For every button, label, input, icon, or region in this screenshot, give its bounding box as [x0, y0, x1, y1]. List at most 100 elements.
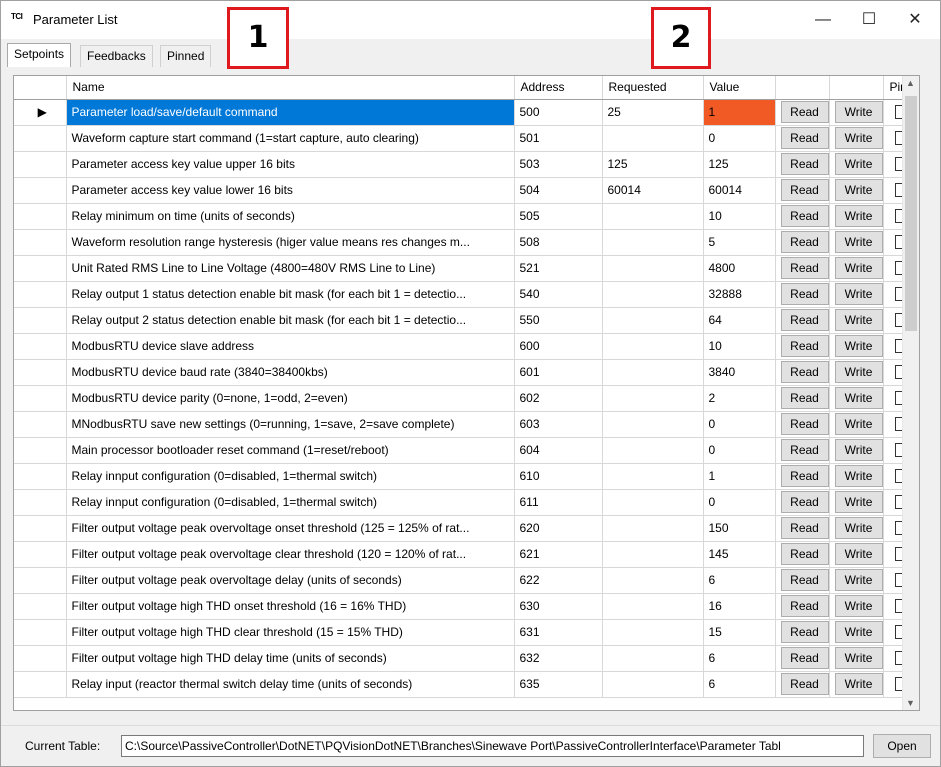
- read-button[interactable]: Read: [780, 283, 828, 305]
- requested-cell[interactable]: [602, 125, 704, 152]
- requested-cell[interactable]: [602, 593, 704, 620]
- write-button[interactable]: Write: [834, 673, 882, 695]
- row-header-cell[interactable]: [14, 177, 67, 204]
- table-row[interactable]: Waveform capture start command (1=start …: [14, 125, 919, 152]
- name-cell[interactable]: Filter output voltage high THD onset thr…: [66, 593, 515, 620]
- tab-feedbacks[interactable]: Feedbacks: [80, 45, 153, 67]
- table-row[interactable]: Filter output voltage peak overvoltage o…: [14, 515, 919, 542]
- address-cell[interactable]: 504: [514, 177, 603, 204]
- requested-cell[interactable]: 125: [602, 151, 704, 178]
- write-button[interactable]: Write: [834, 647, 882, 669]
- name-cell[interactable]: Relay input (reactor thermal switch dela…: [66, 671, 515, 698]
- row-header-cell[interactable]: [14, 437, 67, 464]
- row-header-cell[interactable]: [14, 281, 67, 308]
- write-button[interactable]: Write: [834, 101, 882, 123]
- name-cell[interactable]: Relay output 1 status detection enable b…: [66, 281, 515, 308]
- write-button[interactable]: Write: [834, 517, 882, 539]
- address-cell[interactable]: 621: [514, 541, 603, 568]
- value-cell[interactable]: 15: [703, 619, 776, 646]
- requested-cell[interactable]: [602, 515, 704, 542]
- read-button[interactable]: Read: [780, 153, 828, 175]
- value-cell[interactable]: 64: [703, 307, 776, 334]
- value-cell[interactable]: 4800: [703, 255, 776, 282]
- requested-cell[interactable]: [602, 437, 704, 464]
- name-cell[interactable]: Relay innput configuration (0=disabled, …: [66, 463, 515, 490]
- value-cell[interactable]: 5: [703, 229, 776, 256]
- read-button[interactable]: Read: [780, 621, 828, 643]
- requested-cell[interactable]: [602, 203, 704, 230]
- address-cell[interactable]: 610: [514, 463, 603, 490]
- read-button[interactable]: Read: [780, 127, 828, 149]
- name-cell[interactable]: Parameter access key value lower 16 bits: [66, 177, 515, 204]
- address-cell[interactable]: 508: [514, 229, 603, 256]
- table-row[interactable]: Parameter access key value lower 16 bits…: [14, 177, 919, 204]
- row-header-cell[interactable]: [14, 411, 67, 438]
- table-row[interactable]: Relay innput configuration (0=disabled, …: [14, 463, 919, 490]
- read-button[interactable]: Read: [780, 491, 828, 513]
- row-header-cell[interactable]: [14, 125, 67, 152]
- row-header-cell[interactable]: [14, 567, 67, 594]
- value-cell[interactable]: 6: [703, 671, 776, 698]
- row-header-cell[interactable]: [14, 203, 67, 230]
- read-button[interactable]: Read: [780, 101, 828, 123]
- value-cell[interactable]: 6: [703, 567, 776, 594]
- value-cell[interactable]: 32888: [703, 281, 776, 308]
- name-cell[interactable]: Main processor bootloader reset command …: [66, 437, 515, 464]
- write-button[interactable]: Write: [834, 257, 882, 279]
- row-header-cell[interactable]: [14, 671, 67, 698]
- address-cell[interactable]: 620: [514, 515, 603, 542]
- address-cell[interactable]: 503: [514, 151, 603, 178]
- read-button[interactable]: Read: [780, 335, 828, 357]
- value-cell[interactable]: 1: [703, 99, 776, 126]
- value-cell[interactable]: 0: [703, 437, 776, 464]
- name-cell[interactable]: Parameter load/save/default command: [66, 99, 515, 126]
- name-cell[interactable]: Relay minimum on time (units of seconds): [66, 203, 515, 230]
- value-cell[interactable]: 150: [703, 515, 776, 542]
- address-cell[interactable]: 622: [514, 567, 603, 594]
- read-button[interactable]: Read: [780, 465, 828, 487]
- write-button[interactable]: Write: [834, 231, 882, 253]
- table-row[interactable]: Filter output voltage high THD onset thr…: [14, 593, 919, 620]
- table-row[interactable]: Relay input (reactor thermal switch dela…: [14, 671, 919, 698]
- write-button[interactable]: Write: [834, 335, 882, 357]
- address-cell[interactable]: 611: [514, 489, 603, 516]
- table-row[interactable]: Relay minimum on time (units of seconds)…: [14, 203, 919, 230]
- address-cell[interactable]: 540: [514, 281, 603, 308]
- write-button[interactable]: Write: [834, 621, 882, 643]
- write-button[interactable]: Write: [834, 413, 882, 435]
- row-header-cell[interactable]: [14, 307, 67, 334]
- address-cell[interactable]: 505: [514, 203, 603, 230]
- address-cell[interactable]: 631: [514, 619, 603, 646]
- read-button[interactable]: Read: [780, 439, 828, 461]
- table-row[interactable]: ModbusRTU device parity (0=none, 1=odd, …: [14, 385, 919, 412]
- row-header-cell[interactable]: [14, 255, 67, 282]
- write-button[interactable]: Write: [834, 153, 882, 175]
- current-table-path-field[interactable]: C:\Source\PassiveController\DotNET\PQVis…: [121, 735, 864, 757]
- value-cell[interactable]: 145: [703, 541, 776, 568]
- table-row[interactable]: MNodbusRTU save new settings (0=running,…: [14, 411, 919, 438]
- address-cell[interactable]: 603: [514, 411, 603, 438]
- value-cell[interactable]: 0: [703, 489, 776, 516]
- read-button[interactable]: Read: [780, 517, 828, 539]
- read-button[interactable]: Read: [780, 231, 828, 253]
- name-cell[interactable]: ModbusRTU device parity (0=none, 1=odd, …: [66, 385, 515, 412]
- write-button[interactable]: Write: [834, 465, 882, 487]
- read-button[interactable]: Read: [780, 179, 828, 201]
- requested-cell[interactable]: [602, 359, 704, 386]
- table-row[interactable]: Relay output 1 status detection enable b…: [14, 281, 919, 308]
- value-cell[interactable]: 6: [703, 645, 776, 672]
- write-button[interactable]: Write: [834, 491, 882, 513]
- name-cell[interactable]: Parameter access key value upper 16 bits: [66, 151, 515, 178]
- requested-cell[interactable]: [602, 567, 704, 594]
- read-button[interactable]: Read: [780, 257, 828, 279]
- write-button[interactable]: Write: [834, 543, 882, 565]
- requested-cell[interactable]: [602, 671, 704, 698]
- value-cell[interactable]: 16: [703, 593, 776, 620]
- table-row[interactable]: ▶ Parameter load/save/default command 500 2…: [14, 99, 919, 126]
- address-cell[interactable]: 521: [514, 255, 603, 282]
- write-button[interactable]: Write: [834, 179, 882, 201]
- open-button[interactable]: Open: [873, 734, 931, 758]
- table-row[interactable]: Parameter access key value upper 16 bits…: [14, 151, 919, 178]
- column-header-name[interactable]: Name: [66, 76, 515, 100]
- vertical-scrollbar[interactable]: ▲ ▼: [902, 76, 919, 710]
